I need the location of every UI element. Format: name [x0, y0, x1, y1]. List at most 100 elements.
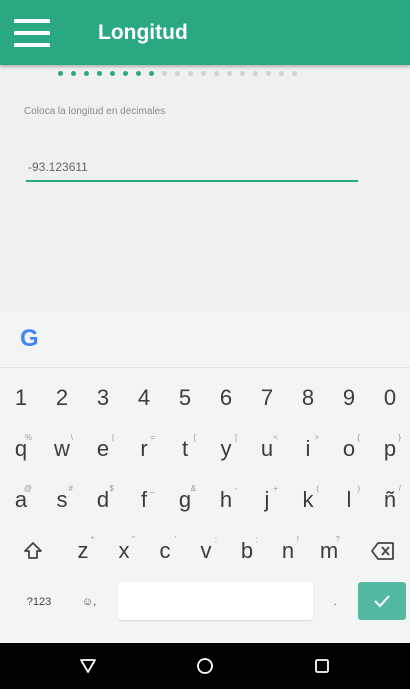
key-d[interactable]: d $ [84, 474, 122, 525]
soft-keyboard: G 1234567890 q% w \ e | r = t[y] u < i > o{p} a @ s # d $… [0, 311, 410, 643]
key-8[interactable]: 8 [289, 372, 327, 423]
key-hint: $ [109, 484, 114, 493]
progress-dot [266, 71, 271, 76]
progress-dot [253, 71, 258, 76]
keyboard-suggestion-bar: G [0, 311, 410, 368]
key-q[interactable]: q% [2, 423, 40, 474]
enter-key[interactable] [358, 582, 406, 620]
key-hint: & [190, 484, 196, 493]
key-t[interactable]: t[ [166, 423, 204, 474]
progress-dot [71, 71, 76, 76]
key-hint: > [314, 433, 319, 442]
key-g[interactable]: g & [166, 474, 204, 525]
key-5[interactable]: 5 [166, 372, 204, 423]
progress-dot [188, 71, 193, 76]
key-0[interactable]: 0 [371, 372, 409, 423]
key-m[interactable]: m? [310, 525, 348, 576]
progress-dot [292, 71, 297, 76]
progress-dot [136, 71, 141, 76]
key-hint: : [214, 535, 217, 544]
keyboard-number-row: 1234567890 [0, 372, 410, 423]
key-h[interactable]: h- [207, 474, 245, 525]
key-hint: ) [357, 484, 360, 493]
progress-dot [149, 71, 154, 76]
symbols-key[interactable]: ?123 [14, 576, 64, 627]
key-p[interactable]: p} [371, 423, 409, 474]
key-hint: ( [316, 484, 319, 493]
comma-key[interactable]: ☺, [70, 576, 108, 627]
back-triangle-icon[interactable] [68, 651, 108, 681]
key-r[interactable]: r = [125, 423, 163, 474]
backspace-icon[interactable] [364, 525, 402, 576]
app-bar: Longitud [0, 0, 410, 65]
instruction-text: Coloca la longitud en decimales [24, 106, 166, 117]
key-hint: * [90, 535, 94, 544]
key-e[interactable]: e | [84, 423, 122, 474]
period-key[interactable]: . [316, 576, 354, 627]
progress-dot [240, 71, 245, 76]
space-bar[interactable] [118, 582, 313, 620]
key-hint: \ [70, 433, 73, 442]
key-b[interactable]: b; [228, 525, 266, 576]
key-c[interactable]: c ' [146, 525, 184, 576]
key-n[interactable]: n! [269, 525, 307, 576]
hamburger-menu-icon[interactable] [14, 18, 50, 47]
key-f[interactable]: f _ [125, 474, 163, 525]
longitude-input[interactable] [26, 160, 358, 182]
key-2[interactable]: 2 [43, 372, 81, 423]
key-v[interactable]: v: [187, 525, 225, 576]
key-hint: _ [150, 484, 155, 493]
key-hint: = [150, 433, 155, 442]
keyboard-row-1: q% w \ e | r = t[y] u < i > o{p} [0, 423, 410, 474]
key-x[interactable]: x " [105, 525, 143, 576]
key-j[interactable]: j + [248, 474, 286, 525]
progress-dot [97, 71, 102, 76]
key-3[interactable]: 3 [84, 372, 122, 423]
progress-dot [227, 71, 232, 76]
key-w[interactable]: w \ [43, 423, 81, 474]
key-u[interactable]: u < [248, 423, 286, 474]
key-s[interactable]: s # [43, 474, 81, 525]
key-a[interactable]: a @ [2, 474, 40, 525]
google-logo-icon[interactable]: G [20, 325, 39, 353]
key-1[interactable]: 1 [2, 372, 40, 423]
key-hint: ; [255, 535, 258, 544]
key-hint: ! [296, 535, 299, 544]
shift-icon[interactable] [14, 525, 52, 576]
key-hint: / [398, 484, 401, 493]
progress-dot [84, 71, 89, 76]
progress-dot [175, 71, 180, 76]
progress-dot [201, 71, 206, 76]
checkmark-icon [374, 595, 390, 608]
key-o[interactable]: o{ [330, 423, 368, 474]
key-6[interactable]: 6 [207, 372, 245, 423]
key-l[interactable]: l) [330, 474, 368, 525]
keyboard-bottom-row: ?123 ☺, . [0, 576, 410, 627]
key-hint: % [24, 433, 32, 442]
progress-dot [110, 71, 115, 76]
key-9[interactable]: 9 [330, 372, 368, 423]
key-hint: # [68, 484, 73, 493]
key-hint: - [234, 484, 237, 493]
key-hint: } [398, 433, 401, 442]
keyboard-row-3: z * x " c ' v: b; n! m? [0, 525, 410, 576]
progress-dot [58, 71, 63, 76]
key-k[interactable]: k( [289, 474, 327, 525]
page-title: Longitud [98, 20, 188, 44]
key-z[interactable]: z * [64, 525, 102, 576]
recents-square-icon[interactable] [302, 651, 342, 681]
key-ñ[interactable]: ñ / [371, 474, 409, 525]
key-hint: " [132, 535, 135, 544]
key-hint: [ [193, 433, 196, 442]
key-y[interactable]: y] [207, 423, 245, 474]
key-hint: | [111, 433, 114, 442]
key-hint: + [273, 484, 278, 493]
key-7[interactable]: 7 [248, 372, 286, 423]
keyboard-row-2: a @ s # d $ f _ g & h - j + k(l) ñ / [0, 474, 410, 525]
home-circle-icon[interactable] [185, 651, 225, 681]
progress-dot [123, 71, 128, 76]
key-4[interactable]: 4 [125, 372, 163, 423]
key-hint: @ [23, 484, 32, 493]
key-i[interactable]: i > [289, 423, 327, 474]
progress-dot [162, 71, 167, 76]
